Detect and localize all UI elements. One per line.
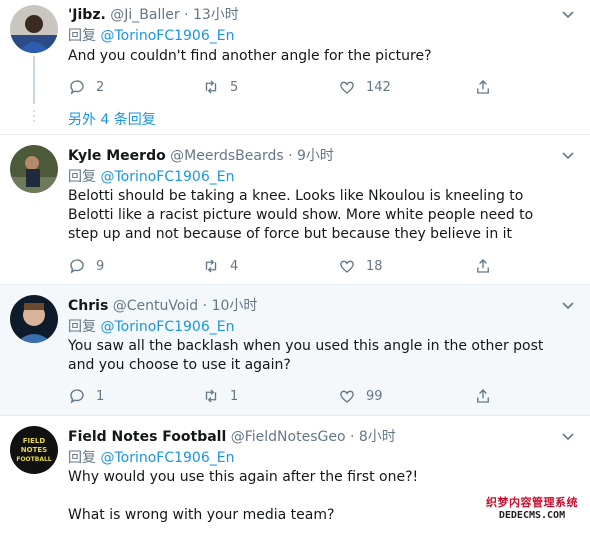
author-name[interactable]: Kyle Meerdo	[68, 148, 166, 164]
separator-dot: ·	[184, 7, 189, 23]
reply-prefix: 回复	[68, 450, 96, 466]
reply-count: 2	[96, 79, 105, 95]
avatar[interactable]	[10, 145, 58, 193]
tweet-text-line: And you couldn't find another angle for …	[68, 48, 432, 64]
reply-mention-link[interactable]: @TorinoFC1906_En	[100, 319, 234, 335]
author-name[interactable]: Chris	[68, 298, 108, 314]
separator-dot: ·	[288, 148, 293, 164]
like-button[interactable]: 142	[338, 76, 391, 98]
like-count: 18	[366, 258, 383, 274]
timestamp[interactable]: 13小时	[193, 7, 239, 23]
tweet-text: You saw all the backlash when you used t…	[68, 337, 576, 375]
like-button[interactable]: 99	[338, 385, 383, 407]
author-name[interactable]: 'Jibz.	[68, 7, 106, 23]
separator-dot: ·	[202, 298, 208, 314]
like-count: 142	[366, 79, 391, 95]
tweet-card[interactable]: Chris @CentuVoid · 10小时 回复 @TorinoFC1906…	[0, 285, 590, 415]
chevron-down-icon[interactable]	[560, 147, 576, 163]
reply-button[interactable]: 1	[68, 385, 104, 407]
reply-mention-link[interactable]: @TorinoFC1906_En	[100, 450, 234, 466]
like-icon	[340, 390, 354, 403]
reply-count: 9	[96, 258, 105, 274]
timestamp[interactable]: 8小时	[359, 429, 396, 445]
retweet-button[interactable]: 5	[202, 76, 238, 98]
author-handle[interactable]: @Ji_Baller	[110, 7, 179, 23]
thread-line	[33, 56, 35, 104]
avatar[interactable]: FIELD NOTES FOOTBALL	[10, 426, 58, 474]
like-button[interactable]: 18	[338, 255, 383, 277]
author-handle[interactable]: @FieldNotesGeo	[231, 429, 346, 445]
author-name[interactable]: Field Notes Football	[68, 429, 226, 445]
reply-context: 回复 @TorinoFC1906_En	[68, 448, 576, 468]
chevron-down-icon[interactable]	[560, 428, 576, 444]
author-handle[interactable]: @CentuVoid	[113, 298, 198, 314]
avatar-logo-text: NOTES	[21, 446, 47, 454]
avatar[interactable]	[10, 295, 58, 343]
reply-button[interactable]: 9	[68, 255, 104, 277]
watermark-domain: DEDECMS.COM	[498, 510, 566, 521]
share-icon	[477, 259, 489, 273]
tweet-text-line: Belotti like a racist picture would show…	[68, 207, 534, 223]
chevron-down-icon[interactable]	[560, 6, 576, 22]
reply-context: 回复 @TorinoFC1906_En	[68, 317, 576, 337]
tweet-text-line: You saw all the backlash when you used t…	[68, 338, 544, 354]
share-icon	[477, 389, 489, 403]
like-icon	[340, 260, 354, 273]
reply-icon	[70, 389, 84, 404]
reply-context: 回复 @TorinoFC1906_En	[68, 26, 576, 46]
reply-prefix: 回复	[68, 28, 96, 44]
share-button[interactable]	[474, 255, 502, 277]
reply-button[interactable]: 2	[68, 76, 104, 98]
chevron-down-icon[interactable]	[560, 297, 576, 313]
reply-mention-link[interactable]: @TorinoFC1906_En	[100, 169, 234, 185]
timestamp[interactable]: 10小时	[212, 298, 258, 314]
share-button[interactable]	[474, 76, 502, 98]
tweet-text-line: and you choose to use it again?	[68, 357, 291, 373]
reply-context: 回复 @TorinoFC1906_En	[68, 167, 576, 187]
avatar-logo-text: FIELD	[23, 437, 46, 445]
reply-icon	[70, 259, 84, 274]
show-more-replies-link[interactable]: 另外 4 条回复	[68, 110, 156, 130]
reply-mention-link[interactable]: @TorinoFC1906_En	[100, 28, 234, 44]
retweet-count: 1	[230, 388, 239, 404]
reply-prefix: 回复	[68, 319, 96, 335]
watermark: 织梦内容管理系统 DEDECMS.COM	[482, 496, 582, 522]
thread-ellipsis	[32, 110, 36, 125]
reply-prefix: 回复	[68, 169, 96, 185]
separator-dot: ·	[349, 429, 355, 445]
retweet-count: 4	[230, 258, 239, 274]
tweet-text-line: step up and not because of force but bec…	[68, 226, 513, 242]
retweet-icon	[205, 259, 217, 273]
tweet-text: And you couldn't find another angle for …	[68, 47, 576, 66]
retweet-button[interactable]: 1	[202, 385, 238, 407]
retweet-icon	[205, 389, 217, 403]
tweet-text-line: Belotti should be taking a knee. Looks l…	[68, 188, 524, 204]
avatar-logo-text: FOOTBALL	[16, 456, 51, 463]
tweet-text: Belotti should be taking a knee. Looks l…	[68, 187, 576, 244]
retweet-count: 5	[230, 79, 239, 95]
share-icon	[477, 80, 489, 94]
tweet-text-line: Why would you use this again after the f…	[68, 469, 419, 485]
timestamp[interactable]: 9小时	[297, 148, 334, 164]
avatar[interactable]	[10, 5, 58, 53]
tweet-card[interactable]: 'Jibz. @Ji_Baller · 13小时 回复 @TorinoFC190…	[0, 0, 590, 134]
like-icon	[340, 81, 354, 94]
author-handle[interactable]: @MeerdsBeards	[170, 148, 283, 164]
like-count: 99	[366, 388, 383, 404]
share-button[interactable]	[474, 385, 502, 407]
watermark-text: 织梦内容管理系统	[486, 496, 578, 509]
reply-icon	[70, 80, 84, 95]
tweet-card[interactable]: Kyle Meerdo @MeerdsBeards · 9小时 回复 @Tori…	[0, 135, 590, 284]
retweet-button[interactable]: 4	[202, 255, 238, 277]
retweet-icon	[205, 80, 217, 94]
reply-count: 1	[96, 388, 105, 404]
